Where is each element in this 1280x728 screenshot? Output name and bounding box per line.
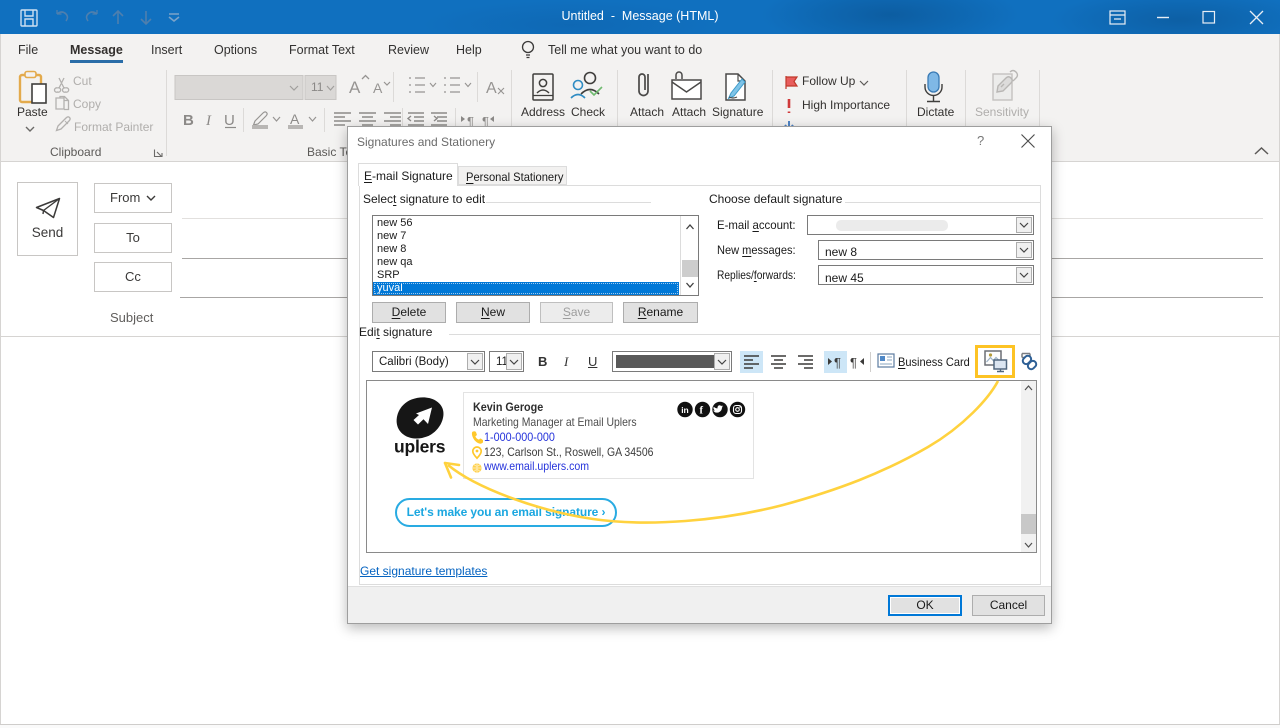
svg-text:11: 11 [311,80,324,94]
svg-text:in: in [681,405,689,415]
svg-text:A: A [349,78,361,97]
svg-text:I: I [205,113,212,129]
svg-text:A: A [290,111,300,127]
svg-text:U: U [224,112,235,129]
svg-text:¶: ¶ [850,355,857,370]
svg-text:f: f [700,406,704,417]
svg-text:B: B [183,112,194,129]
svg-text:¶: ¶ [834,355,841,370]
svg-text:uplers: uplers [394,437,446,457]
svg-text:A: A [373,80,383,96]
svg-text:A: A [486,80,497,97]
